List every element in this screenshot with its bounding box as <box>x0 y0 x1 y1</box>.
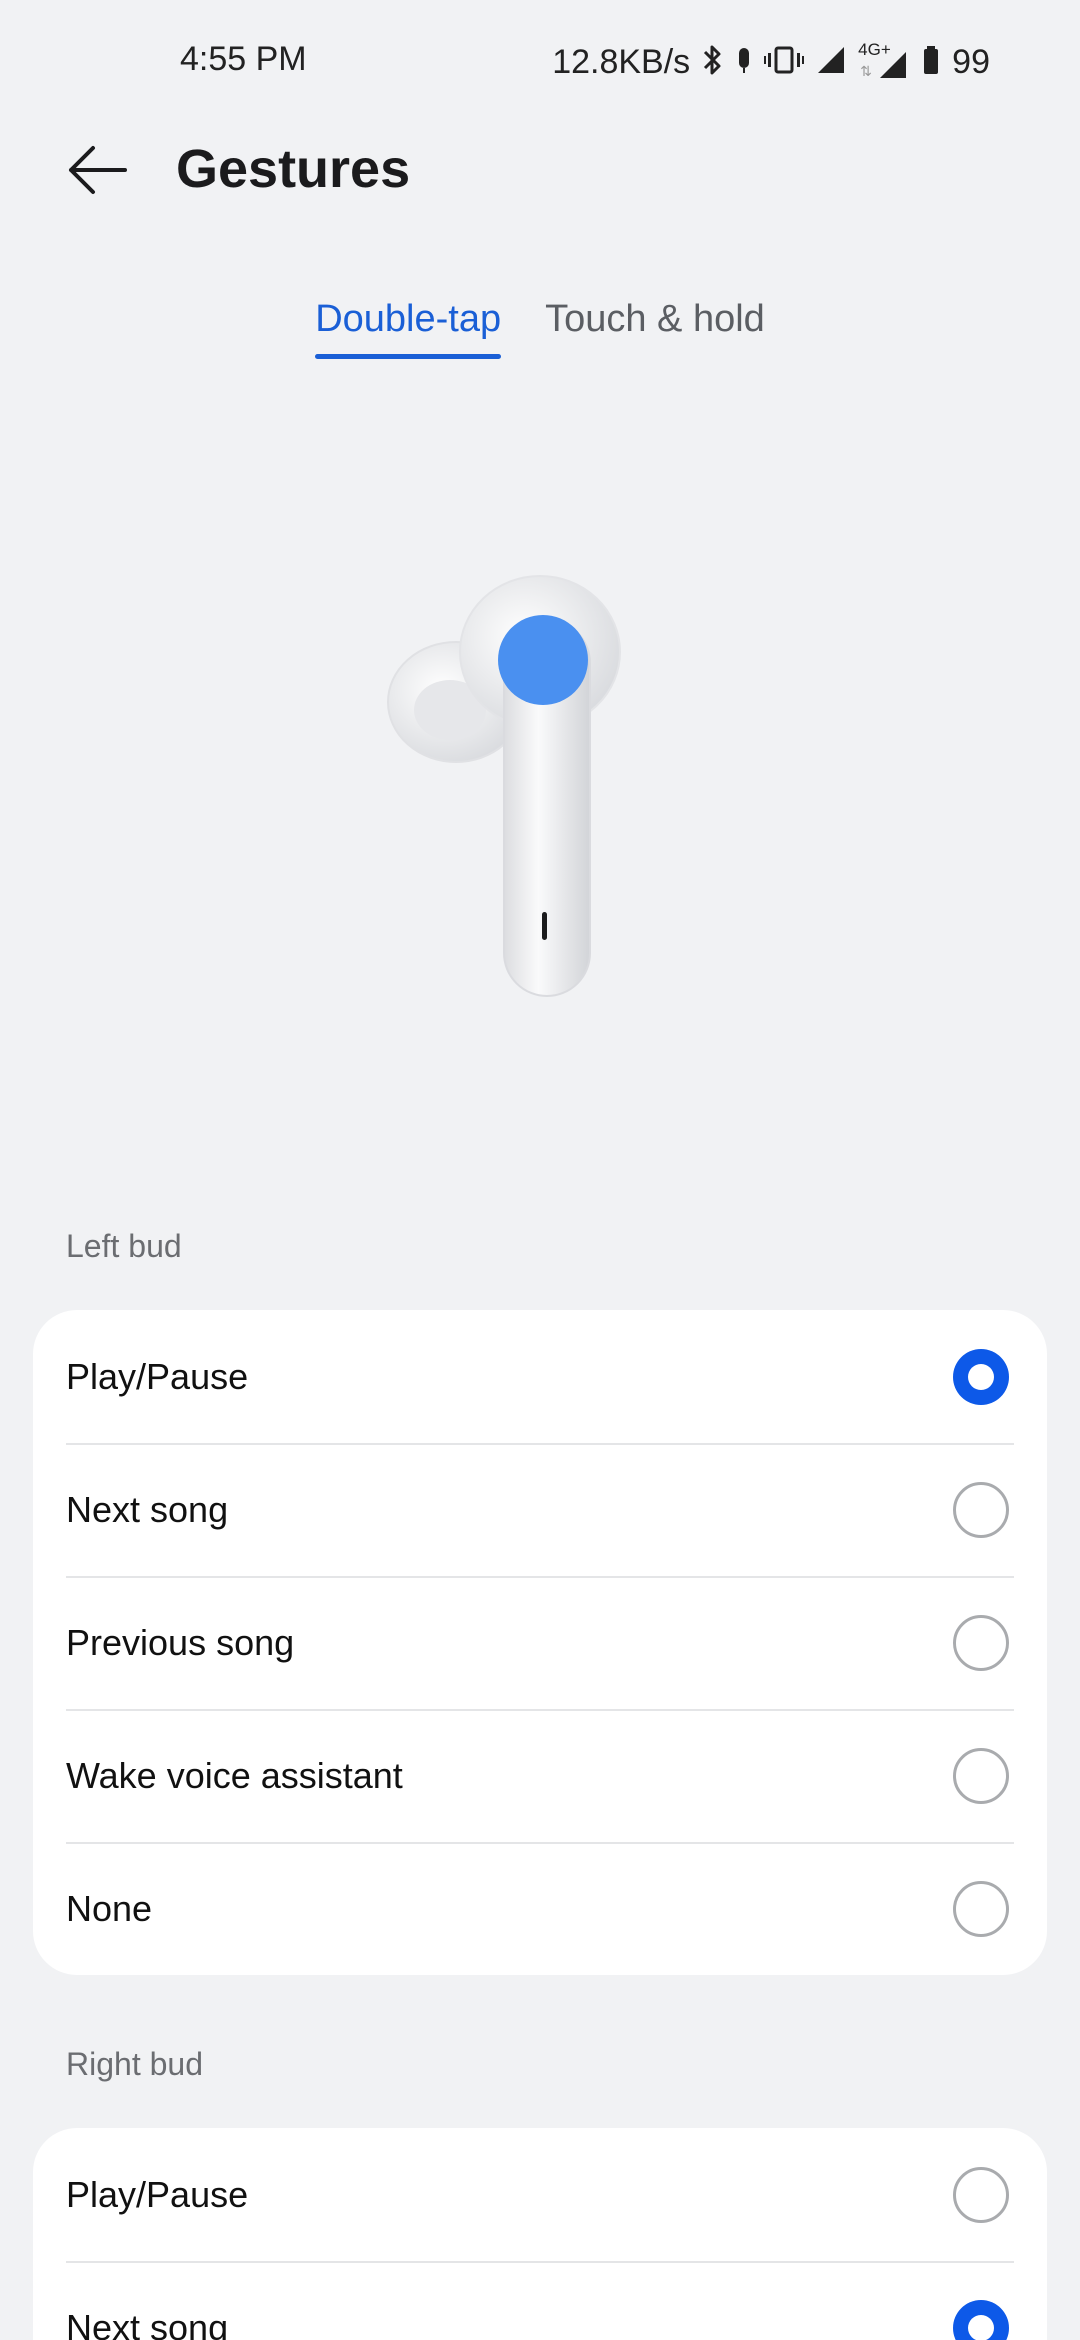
radio-button[interactable] <box>953 1614 1009 1671</box>
left-bud-options: Play/Pause Next song Previous song Wake … <box>33 1310 1047 1975</box>
back-button[interactable] <box>52 132 142 212</box>
bluetooth-icon <box>702 43 724 82</box>
option-label: Previous song <box>66 1621 295 1663</box>
radio-button[interactable] <box>953 2166 1009 2223</box>
radio-button[interactable] <box>953 1481 1009 1538</box>
option-label: None <box>66 1887 153 1929</box>
radio-button[interactable] <box>953 1348 1009 1405</box>
option-label: Next song <box>66 2306 229 2340</box>
app-bar: Gestures <box>0 120 1080 220</box>
page-title: Gestures <box>176 139 411 199</box>
status-time: 4:55 PM <box>180 40 307 78</box>
tab-touch-and-hold[interactable]: Touch & hold <box>545 298 765 359</box>
left-option-none[interactable]: None <box>33 1842 1047 1975</box>
mic-icon <box>736 43 752 82</box>
right-option-next-song[interactable]: Next song <box>33 2261 1047 2340</box>
right-bud-label: Right bud <box>66 2046 203 2082</box>
radio-button[interactable] <box>953 1880 1009 1937</box>
earbud-icon <box>380 560 680 1000</box>
vibrate-icon <box>764 43 805 82</box>
network-icon: 4G+ ⇅ <box>858 40 910 82</box>
right-bud-options: Play/Pause Next song <box>33 2128 1047 2340</box>
gestures-screen: 4:55 PM 12.8KB/s 4G+ ⇅ 99 Gestures Doubl… <box>0 0 1080 2340</box>
network-speed: 12.8KB/s <box>552 42 691 81</box>
left-option-play-pause[interactable]: Play/Pause <box>33 1310 1047 1443</box>
option-label: Play/Pause <box>66 1355 249 1397</box>
battery-icon <box>922 43 940 82</box>
left-option-next-song[interactable]: Next song <box>33 1443 1047 1576</box>
status-icons: 12.8KB/s 4G+ ⇅ 99 <box>552 40 990 84</box>
gesture-tabs: Double-tap Touch & hold <box>0 298 1080 359</box>
status-bar: 4:55 PM 12.8KB/s 4G+ ⇅ 99 <box>0 0 1080 120</box>
radio-button[interactable] <box>953 2299 1009 2340</box>
option-label: Wake voice assistant <box>66 1754 403 1796</box>
signal-icon <box>816 43 846 82</box>
arrow-left-icon <box>67 144 127 201</box>
radio-button[interactable] <box>953 1747 1009 1804</box>
left-option-previous-song[interactable]: Previous song <box>33 1576 1047 1709</box>
option-label: Next song <box>66 1488 229 1530</box>
battery-level: 99 <box>952 42 990 81</box>
left-option-wake-voice-assistant[interactable]: Wake voice assistant <box>33 1709 1047 1842</box>
right-option-play-pause[interactable]: Play/Pause <box>33 2128 1047 2261</box>
left-bud-label: Left bud <box>66 1228 182 1264</box>
option-label: Play/Pause <box>66 2173 249 2215</box>
tab-double-tap[interactable]: Double-tap <box>315 298 501 359</box>
